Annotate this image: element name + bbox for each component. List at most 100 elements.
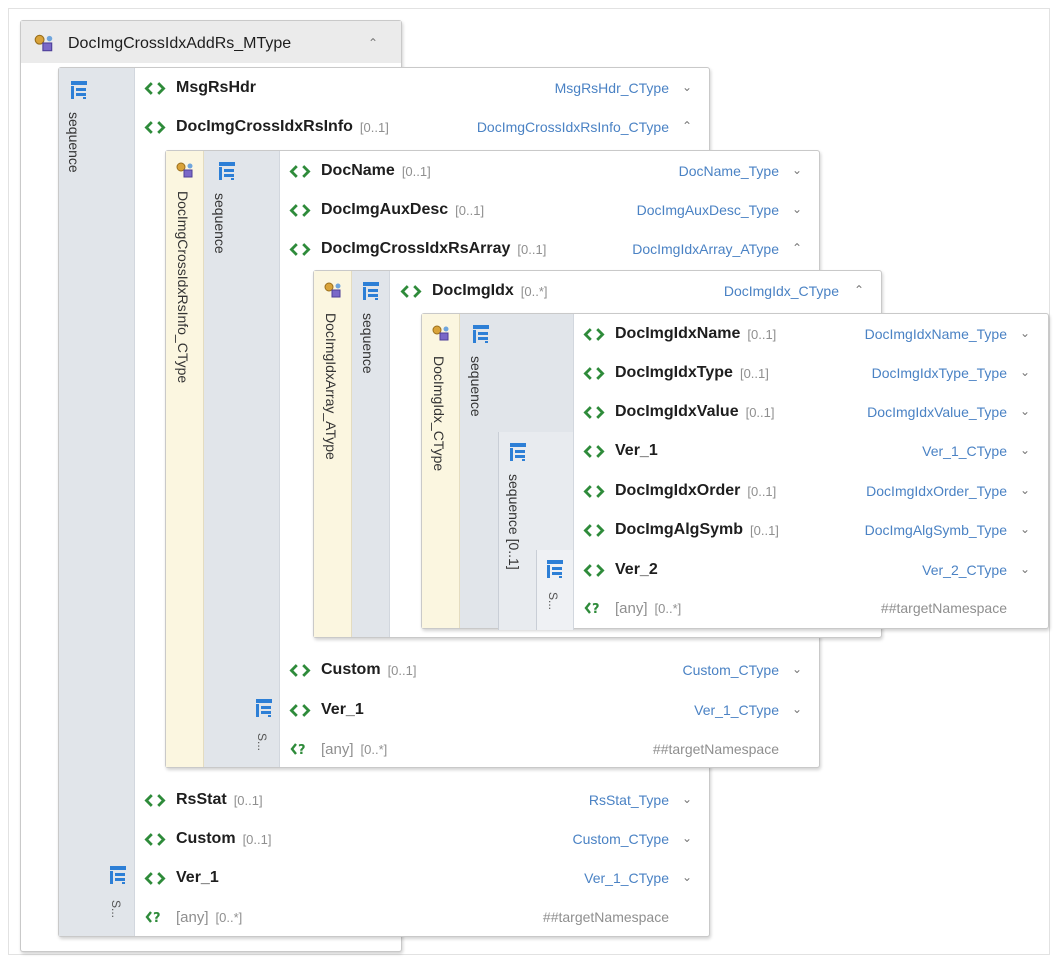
sequence-label: sequence [360, 313, 376, 374]
type-link[interactable]: DocName_Type [679, 163, 779, 179]
type-link[interactable]: Custom_CType [683, 662, 779, 678]
element-name: DocImgIdxType [615, 364, 733, 381]
element-icon [144, 793, 166, 808]
type-link[interactable]: DocImgCrossIdxRsInfo_CType [477, 119, 669, 135]
type-link[interactable]: Custom_CType [573, 831, 669, 847]
expand-chevron-icon[interactable]: ⌄ [680, 80, 694, 94]
occurrence-label: [0..1] [747, 326, 777, 342]
sequence-icon [70, 80, 88, 100]
element-icon [583, 366, 605, 381]
complex-type-label: DocImgIdx_CType [431, 356, 447, 472]
type-link[interactable]: MsgRsHdr_CType [555, 80, 669, 96]
element-name: DocName [321, 162, 395, 179]
element-name: DocImgIdxName [615, 325, 741, 342]
element-name: DocImgCrossIdxRsArray [321, 240, 511, 257]
collapse-chevron-icon[interactable]: ⌃ [790, 241, 804, 255]
expand-chevron-icon[interactable]: ⌄ [1018, 522, 1032, 536]
any-label: [any] [176, 908, 209, 926]
expand-chevron-icon[interactable]: ⌄ [1018, 365, 1032, 379]
element-icon [289, 164, 311, 179]
element-icon [289, 242, 311, 257]
element-icon [583, 405, 605, 420]
any-element-icon [583, 600, 605, 616]
element-name: DocImgAuxDesc [321, 201, 449, 218]
element-name: DocImgIdxOrder [615, 482, 741, 499]
occurrence-label: [0..*] [520, 283, 548, 299]
expand-chevron-icon[interactable]: ⌄ [790, 662, 804, 676]
any-element-icon [144, 909, 166, 925]
occurrence-label: [0..1] [745, 404, 775, 420]
occurrence-label: [0..1] [387, 662, 417, 678]
sequence-icon [472, 324, 490, 344]
element-name: DocImgIdxValue [615, 403, 739, 420]
element-name: Ver_1 [615, 442, 658, 459]
element-name: Ver_1 [176, 869, 219, 886]
type-link[interactable]: DocImgIdxValue_Type [867, 404, 1007, 420]
element-icon [583, 444, 605, 459]
element-icon [144, 832, 166, 847]
collapse-chevron-icon[interactable]: ⌃ [680, 119, 694, 133]
type-link[interactable]: Ver_1_CType [584, 870, 669, 886]
sequence-label: sequence [66, 112, 82, 173]
type-link[interactable]: RsStat_Type [589, 792, 669, 808]
expand-chevron-icon[interactable]: ⌄ [1018, 404, 1032, 418]
expand-chevron-icon[interactable]: ⌄ [680, 831, 694, 845]
expand-chevron-icon[interactable]: ⌄ [680, 792, 694, 806]
element-name: Ver_1 [321, 701, 364, 718]
collapse-chevron-icon[interactable]: ⌃ [366, 36, 380, 50]
sequence-icon [255, 698, 273, 718]
element-name: DocImgIdx [432, 282, 514, 299]
element-icon [144, 81, 166, 96]
element-icon [289, 203, 311, 218]
type-link[interactable]: DocImgAuxDesc_Type [637, 202, 779, 218]
type-link[interactable]: DocImgIdx_CType [724, 283, 839, 299]
element-name: Custom [321, 661, 381, 678]
element-icon [289, 703, 311, 718]
expand-chevron-icon[interactable]: ⌄ [790, 702, 804, 716]
collapse-chevron-icon[interactable]: ⌃ [852, 283, 866, 297]
complex-type-label: DocImgIdxArray_AType [323, 313, 339, 460]
element-name: DocImgCrossIdxRsInfo [176, 118, 353, 135]
occurrence-label: [0..1] [359, 119, 389, 135]
element-name: RsStat [176, 791, 227, 808]
sequence-strip [59, 68, 135, 936]
type-link[interactable]: Ver_1_CType [922, 443, 1007, 459]
expand-chevron-icon[interactable]: ⌄ [1018, 483, 1032, 497]
element-name: MsgRsHdr [176, 79, 257, 96]
occurrence-label: [0..1] [747, 483, 777, 499]
complex-type-icon [431, 324, 451, 342]
type-link[interactable]: DocImgAlgSymb_Type [865, 522, 1007, 538]
element-icon [583, 327, 605, 342]
expand-chevron-icon[interactable]: ⌄ [1018, 443, 1032, 457]
element-name: Ver_2 [615, 561, 658, 578]
sequence-label: sequence [468, 356, 484, 417]
type-link[interactable]: DocImgIdxName_Type [865, 326, 1007, 342]
type-link[interactable]: DocImgIdxOrder_Type [866, 483, 1007, 499]
element-name: Custom [176, 830, 236, 847]
type-link[interactable]: DocImgIdxArray_AType [632, 241, 779, 257]
sequence-icon [218, 161, 236, 181]
occurrence-label: [0..1] [455, 202, 485, 218]
occurrence-label: [0..1] [750, 522, 779, 538]
namespace-label: ##targetNamespace [652, 741, 779, 757]
sequence-short-label: S... [546, 592, 560, 611]
type-link[interactable]: Ver_2_CType [922, 562, 1007, 578]
expand-chevron-icon[interactable]: ⌄ [1018, 562, 1032, 576]
sequence-icon [362, 281, 380, 301]
expand-chevron-icon[interactable]: ⌄ [1018, 326, 1032, 340]
occurrence-label: [0..1] [739, 365, 769, 381]
occurrence-label: [0..*] [654, 600, 682, 616]
root-title: DocImgCrossIdxAddRs_MType [68, 35, 292, 52]
element-icon [289, 663, 311, 678]
type-link[interactable]: DocImgIdxType_Type [872, 365, 1007, 381]
expand-chevron-icon[interactable]: ⌄ [790, 202, 804, 216]
complex-type-icon [323, 281, 343, 299]
occurrence-label: [0..1] [233, 792, 263, 808]
namespace-label: ##targetNamespace [880, 600, 1007, 616]
expand-chevron-icon[interactable]: ⌄ [680, 870, 694, 884]
expand-chevron-icon[interactable]: ⌄ [790, 163, 804, 177]
occurrence-label: [0..*] [215, 909, 243, 925]
type-link[interactable]: Ver_1_CType [694, 702, 779, 718]
any-label: [any] [321, 740, 354, 758]
complex-type-icon [175, 161, 195, 179]
